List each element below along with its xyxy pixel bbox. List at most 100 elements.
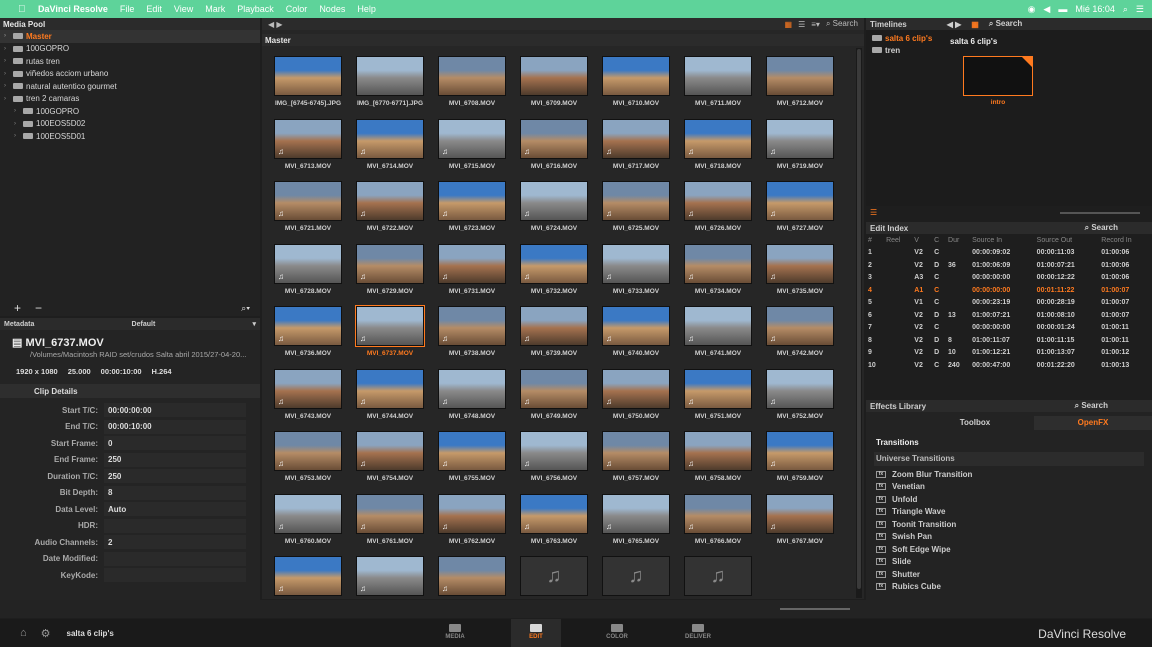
effect-item[interactable]: fx Soft Edge Wipe xyxy=(866,543,1152,556)
effects-search[interactable]: ⌕ Search xyxy=(1075,401,1108,411)
page-color-button[interactable]: COLOR xyxy=(592,619,642,647)
clip-thumbnail[interactable]: ♫ MVI_6732.MOV xyxy=(518,242,590,295)
clip-thumbnail[interactable]: ♫ MVI_6757.MOV xyxy=(600,429,672,482)
clip-details-dropdown[interactable]: Clip Details xyxy=(0,384,260,398)
metadata-value[interactable] xyxy=(104,568,246,583)
table-row[interactable]: 9 V2 D 10 01:00:12:21 01:00:13:07 01:00:12 xyxy=(866,347,1152,360)
column-header[interactable]: Source Out xyxy=(1035,234,1100,247)
clip-thumbnail[interactable]: MVI_6708.MOV xyxy=(436,54,508,107)
metadata-value[interactable]: 250 xyxy=(104,469,246,484)
chevron-icon[interactable]: › xyxy=(4,83,11,89)
settings-icon[interactable]: ⚙ xyxy=(41,627,51,640)
bin-item[interactable]: › Master xyxy=(0,30,260,43)
edit-index-toggle-icon[interactable]: ☰ xyxy=(870,208,884,218)
browser-search[interactable]: ⌕ Search xyxy=(826,19,858,29)
clip-thumbnail[interactable]: ♫ MVI_6759.MOV xyxy=(764,429,836,482)
clip-thumbnail[interactable]: ♫ MVI_6761.MOV xyxy=(354,492,426,545)
column-header[interactable]: C xyxy=(932,234,946,247)
clip-thumbnail[interactable]: IMG_[6745-6745].JPG xyxy=(272,54,344,107)
metadata-value[interactable]: 00:00:10:00 xyxy=(104,419,246,434)
tab-toolbox[interactable]: Toolbox xyxy=(916,416,1034,430)
column-header[interactable]: Dur xyxy=(946,234,970,247)
clip-thumbnail[interactable]: MVI_6710.MOV xyxy=(600,54,672,107)
clip-thumbnail[interactable]: ♫ MVI_6766.MOV xyxy=(682,492,754,545)
clip-thumbnail[interactable]: ♫ MVI_6716.MOV xyxy=(518,117,590,170)
clip-thumbnail[interactable]: ♫ MVI_6725.MOV xyxy=(600,179,672,232)
bin-item[interactable]: › 100GOPRO xyxy=(0,105,260,118)
clip-thumbnail[interactable]: ♫ MVI_6736.MOV xyxy=(272,304,344,357)
menu-item[interactable]: Mark xyxy=(205,4,225,14)
clip-thumbnail[interactable]: ♫ MVI_6728.MOV xyxy=(272,242,344,295)
column-header[interactable]: Source In xyxy=(970,234,1035,247)
clip-thumbnail[interactable]: ♫ MVI_6762.MOV xyxy=(436,492,508,545)
metadata-value[interactable]: 8 xyxy=(104,485,246,500)
clip-thumbnail[interactable]: IMG_[6770-6771].JPG xyxy=(354,54,426,107)
menu-item[interactable]: Edit xyxy=(146,4,162,14)
clip-thumbnail[interactable]: ♫ MVI_6731.MOV xyxy=(436,242,508,295)
clip-thumbnail[interactable]: MVI_6709.MOV xyxy=(518,54,590,107)
chevron-icon[interactable]: › xyxy=(14,121,21,127)
menu-item[interactable]: Color xyxy=(286,4,308,14)
column-header[interactable]: Record In xyxy=(1099,234,1152,247)
home-icon[interactable]: ⌂ xyxy=(20,627,27,639)
effect-item[interactable]: fx Rubics Cube xyxy=(866,581,1152,594)
metadata-value[interactable]: 250 xyxy=(104,452,246,467)
effect-item[interactable]: fx Triangle Wave xyxy=(866,506,1152,519)
browser-zoom-slider[interactable] xyxy=(780,608,850,610)
sort-icon[interactable]: ≡▾ xyxy=(811,20,820,29)
effect-item[interactable]: fx Slide xyxy=(866,556,1152,569)
table-row[interactable]: 4 A1 C 00:00:00:00 00:01:11:22 01:00:07 xyxy=(866,284,1152,297)
notification-icon[interactable]: ☰ xyxy=(1136,4,1144,15)
effect-item[interactable]: fx Zoom Blur Transition xyxy=(866,468,1152,481)
chevron-icon[interactable]: › xyxy=(14,108,21,114)
table-row[interactable]: 8 V2 D 8 01:00:11:07 01:00:11:15 01:00:11 xyxy=(866,334,1152,347)
clip-thumbnail[interactable]: MVI_6712.MOV xyxy=(764,54,836,107)
battery-icon[interactable]: ▬ xyxy=(1058,4,1067,14)
table-row[interactable]: 10 V2 C 240 00:00:47:00 00:01:22:20 01:00:13 xyxy=(866,359,1152,372)
clip-thumbnail[interactable]: ♫ MVI_6729.MOV xyxy=(354,242,426,295)
clip-thumbnail[interactable]: ♫ MVI_6733.MOV xyxy=(600,242,672,295)
chevron-icon[interactable]: › xyxy=(4,71,11,77)
column-header[interactable]: Reel xyxy=(884,234,912,247)
page-edit-button[interactable]: EDIT xyxy=(511,619,561,647)
transitions-section[interactable]: Transitions xyxy=(874,436,1144,450)
timeline-zoom-slider[interactable] xyxy=(1060,212,1140,214)
apple-icon[interactable]:  xyxy=(18,4,30,15)
clip-thumbnail[interactable]: ♫ MVI_6767.MOV xyxy=(764,492,836,545)
page-deliver-button[interactable]: DELIVER xyxy=(673,619,723,647)
bin-item[interactable]: › natural autentico gourmet xyxy=(0,80,260,93)
clip-thumbnail[interactable]: ♫ MVI_6763.MOV xyxy=(518,492,590,545)
timeline-thumb-view-icon[interactable]: ▦ xyxy=(971,20,979,29)
effect-item[interactable]: fx Shutter xyxy=(866,568,1152,581)
table-row[interactable]: 6 V2 D 13 01:00:07:21 01:00:08:10 01:00:07 xyxy=(866,309,1152,322)
volume-icon[interactable]: ◀︎ xyxy=(1043,4,1050,15)
clip-thumbnail[interactable]: ♫ MVI_6737.MOV xyxy=(354,304,426,357)
bin-item[interactable]: › rutas tren xyxy=(0,55,260,68)
clip-thumbnail[interactable]: ♫ MVI_6760.MOV xyxy=(272,492,344,545)
column-header[interactable]: # xyxy=(866,234,884,247)
clip-thumbnail[interactable]: ♫ MVI_6734.MOV xyxy=(682,242,754,295)
spotlight-icon[interactable]: ⌕ xyxy=(1123,4,1128,15)
bin-item[interactable]: › viñedos acciom urbano xyxy=(0,68,260,81)
chevron-icon[interactable]: › xyxy=(4,96,11,102)
remove-bin-button[interactable]: − xyxy=(35,301,42,315)
clip-thumbnail[interactable]: ♫ MVI_6753.MOV xyxy=(272,429,344,482)
app-menu[interactable]: DaVinci Resolve xyxy=(38,4,108,14)
clip-thumbnail[interactable]: ♫ MVI_6722.MOV xyxy=(354,179,426,232)
clip-thumbnail[interactable]: ♫ MVI_6744.MOV xyxy=(354,367,426,420)
edit-index-search[interactable]: ⌕ Search xyxy=(1085,223,1118,233)
metadata-value[interactable] xyxy=(104,518,246,533)
page-media-button[interactable]: MEDIA xyxy=(430,619,480,647)
menu-item[interactable]: Help xyxy=(357,4,376,14)
clip-thumbnail[interactable]: ♫ MVI_6718.MOV xyxy=(682,117,754,170)
wifi-icon[interactable]: ◉ xyxy=(1028,4,1036,15)
thumbnail-view-icon[interactable]: ▦ xyxy=(785,20,793,29)
clip-thumbnail[interactable]: ♫ MVI_6714.MOV xyxy=(354,117,426,170)
add-bin-button[interactable]: + xyxy=(14,301,21,315)
clip-thumbnail[interactable]: ♫ MVI_6754.MOV xyxy=(354,429,426,482)
list-view-icon[interactable]: ☰ xyxy=(798,20,805,29)
metadata-value[interactable] xyxy=(104,551,246,566)
clip-thumbnail[interactable]: ♫ MVI_6765.MOV xyxy=(600,492,672,545)
bin-item[interactable]: › 100EOS5D02 xyxy=(0,118,260,131)
clip-thumbnail[interactable]: ♫ MVI_6755.MOV xyxy=(436,429,508,482)
